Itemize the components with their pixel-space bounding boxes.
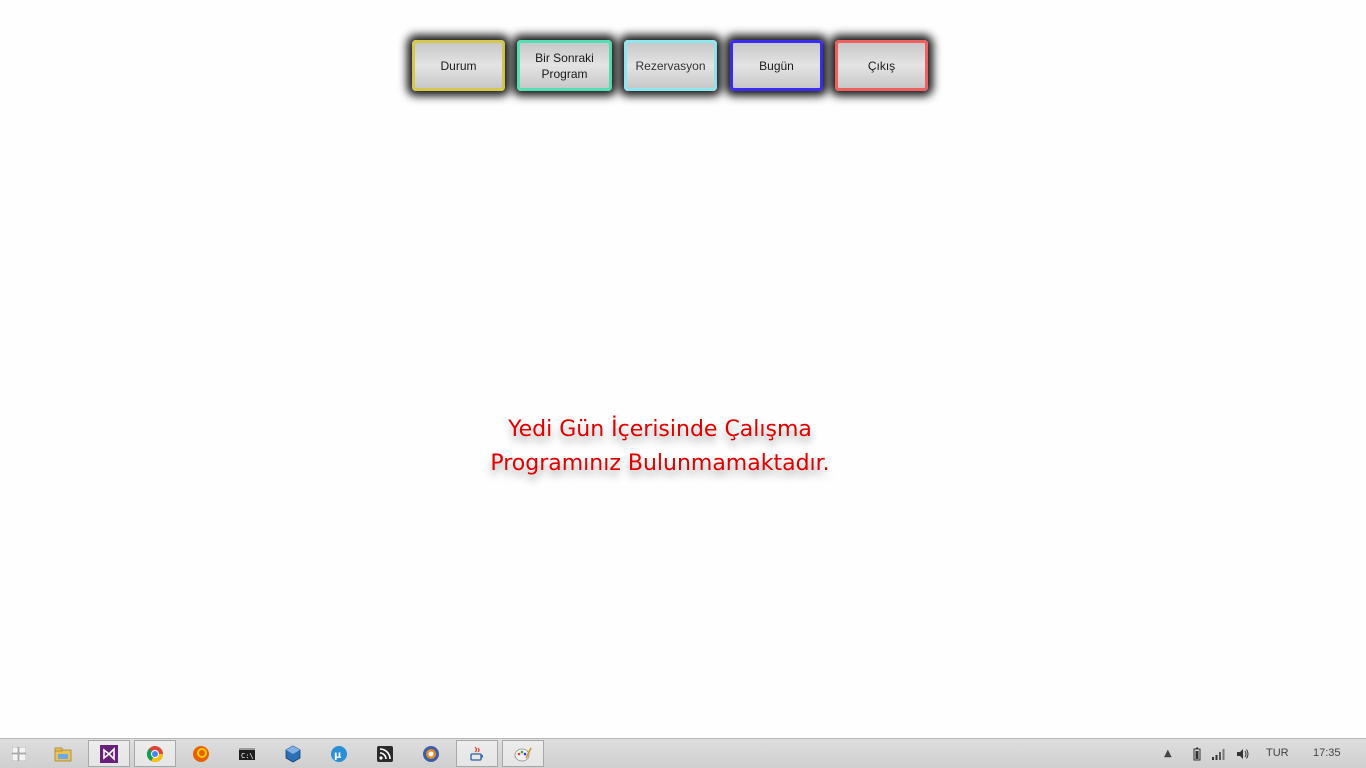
show-hidden-icons-icon[interactable]: ▲ [1164, 746, 1172, 762]
chrome-icon[interactable] [134, 740, 176, 767]
next-program-button[interactable]: Bir Sonraki Program [517, 40, 612, 91]
windows-start-icon[interactable] [0, 740, 38, 767]
clock[interactable]: 17:35 [1313, 747, 1341, 759]
file-explorer-icon[interactable] [42, 740, 84, 767]
browser-icon[interactable] [410, 740, 452, 767]
input-language-indicator[interactable]: TUR [1266, 747, 1289, 759]
rss-reader-icon[interactable] [364, 740, 406, 767]
firefox-icon[interactable] [180, 740, 222, 767]
svg-text:C:\: C:\ [241, 752, 254, 760]
command-prompt-icon[interactable]: C:\ [226, 740, 268, 767]
today-button[interactable]: Bugün [730, 40, 823, 91]
svg-text:μ: μ [334, 750, 342, 761]
volume-icon[interactable] [1236, 747, 1250, 766]
taskbar: C:\ μ ▲ TUR 17:35 [0, 738, 1366, 768]
battery-icon[interactable] [1193, 747, 1201, 766]
visual-studio-icon[interactable] [88, 740, 130, 767]
exit-button[interactable]: Çıkış [835, 40, 928, 91]
no-schedule-message: Yedi Gün İçerisinde Çalışma Programınız … [490, 417, 830, 476]
utorrent-icon[interactable]: μ [318, 740, 360, 767]
network-signal-icon[interactable] [1211, 747, 1227, 766]
app-window: Durum Bir Sonraki Program Rezervasyon Bu… [0, 0, 1366, 768]
paint-icon[interactable] [502, 740, 544, 767]
java-app-icon[interactable] [456, 740, 498, 767]
virtualbox-icon[interactable] [272, 740, 314, 767]
durum-button[interactable]: Durum [412, 40, 505, 91]
reservation-button[interactable]: Rezervasyon [624, 40, 717, 91]
